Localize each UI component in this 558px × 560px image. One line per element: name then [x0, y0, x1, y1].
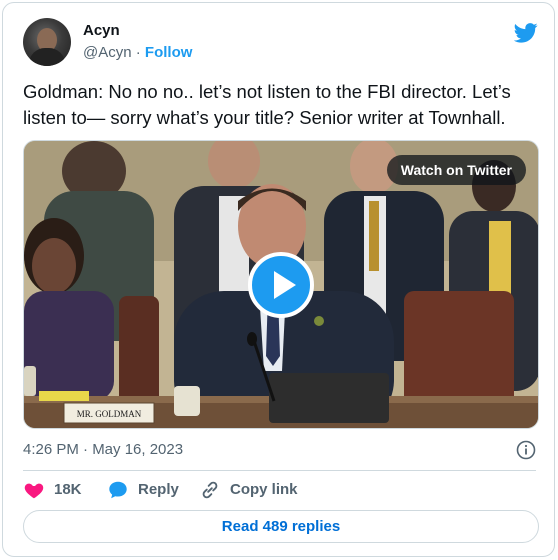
author-display-name[interactable]: Acyn [83, 21, 192, 41]
tweet-header: Acyn @Acyn · Follow [23, 18, 538, 68]
read-replies-button[interactable]: Read 489 replies [23, 510, 539, 543]
tweet-card: Acyn @Acyn · Follow Goldman: No no no.. … [2, 2, 555, 557]
tweet-timestamp[interactable]: 4:26 PM · May 16, 2023 [23, 440, 183, 460]
reply-bubble-icon [109, 481, 127, 499]
divider [23, 470, 536, 471]
author-handle[interactable]: @Acyn [83, 44, 132, 61]
twitter-bird-icon[interactable] [514, 22, 538, 44]
tweet-text: Goldman: No no no.. let’s not listen to … [23, 81, 511, 128]
link-icon [202, 481, 218, 499]
avatar-body [29, 48, 65, 66]
handle-separator: · [131, 44, 145, 61]
nameplate-text: MR. GOLDMAN [77, 409, 142, 419]
likes-count: 18K [54, 481, 82, 498]
watch-on-twitter-button[interactable]: Watch on Twitter [386, 155, 526, 185]
info-icon[interactable] [516, 440, 536, 460]
follow-button[interactable]: Follow [145, 44, 193, 61]
copy-link-label: Copy link [230, 481, 298, 498]
copy-link-action[interactable]: Copy link [199, 479, 298, 501]
reply-action[interactable]: Reply [107, 479, 179, 501]
video-media[interactable]: MR. GOLDMAN Watch on Twitter [23, 140, 539, 429]
author-handle-line: @Acyn · Follow [83, 43, 192, 63]
like-action[interactable]: 18K [23, 479, 82, 501]
heart-icon [24, 483, 44, 499]
play-icon[interactable] [248, 252, 314, 318]
reply-label: Reply [138, 481, 179, 498]
avatar[interactable] [23, 18, 71, 66]
author-names: Acyn @Acyn · Follow [83, 21, 192, 63]
